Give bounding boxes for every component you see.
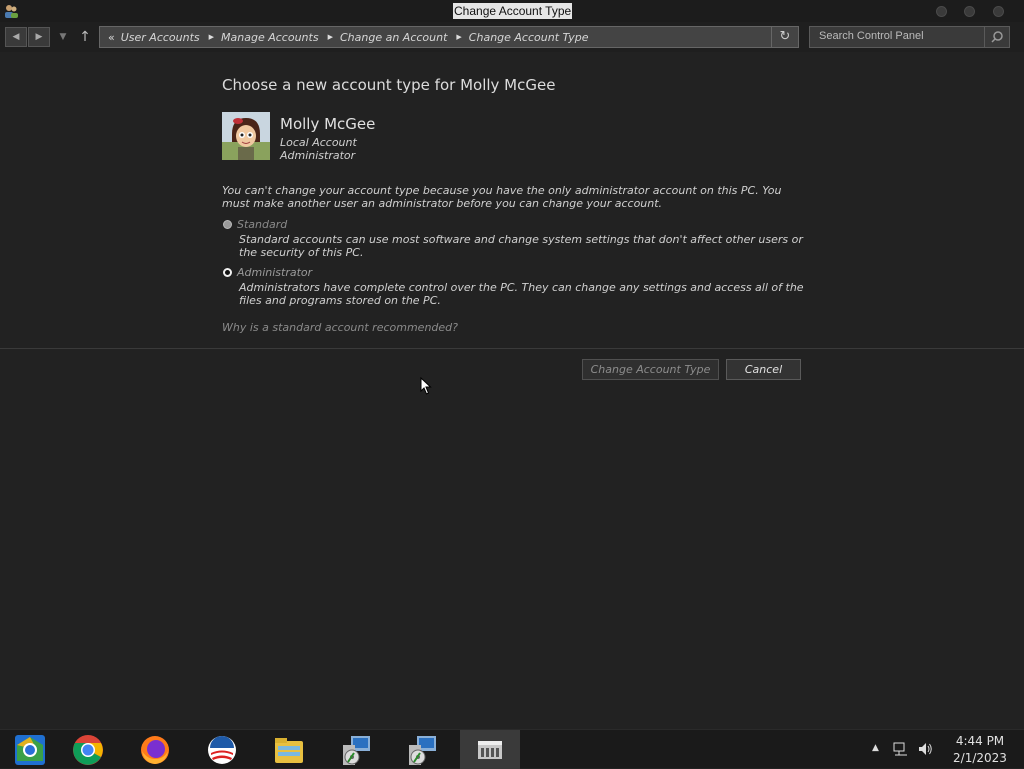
user-avatar-image: [222, 112, 270, 160]
clock-time[interactable]: 4:44 PM: [950, 734, 1010, 748]
title-bar: Change Account Type: [0, 0, 1024, 22]
taskbar-chrome[interactable]: [58, 730, 118, 769]
search-icon: [991, 31, 1003, 43]
main-content: Choose a new account type for Molly McGe…: [0, 52, 1024, 729]
cancel-button[interactable]: Cancel: [726, 359, 801, 380]
forward-arrow-icon: ▶: [35, 32, 43, 42]
breadcrumb-change-an-account[interactable]: Change an Account: [340, 31, 447, 44]
setup-installer-icon: [409, 735, 436, 765]
breadcrumb-separator-icon[interactable]: ▶: [209, 33, 214, 41]
taskbar-setup-installer-1[interactable]: [326, 730, 386, 769]
user-accounts-icon: [5, 5, 18, 18]
chrome-icon: [73, 734, 103, 765]
breadcrumb-separator-icon[interactable]: ▶: [328, 33, 333, 41]
maximize-button[interactable]: [964, 6, 975, 17]
taskbar-firefox[interactable]: [125, 730, 185, 769]
standard-account-help-link[interactable]: Why is a standard account recommended?: [222, 321, 458, 334]
administrator-label[interactable]: Administrator: [237, 266, 312, 279]
change-account-type-button[interactable]: Change Account Type: [582, 359, 719, 380]
taskbar: ▲ 4:44 PM 2/1/2023: [0, 729, 1024, 769]
breadcrumb-manage-accounts[interactable]: Manage Accounts: [221, 31, 319, 44]
standard-description: Standard accounts can use most software …: [239, 233, 803, 259]
setup-installer-icon: [343, 735, 370, 765]
user-name: Molly McGee: [280, 115, 376, 133]
clock-date[interactable]: 2/1/2023: [950, 751, 1010, 765]
network-icon[interactable]: [893, 741, 909, 757]
control-panel-icon: [478, 740, 502, 759]
minimize-button[interactable]: [936, 6, 947, 17]
administrator-radio[interactable]: [223, 268, 232, 277]
account-type: Administrator: [280, 149, 356, 162]
avatar: [222, 112, 270, 160]
chromium-icon: [15, 734, 45, 765]
divider: [0, 348, 1024, 349]
taskbar-obama-logo[interactable]: [192, 730, 252, 769]
forward-button[interactable]: ▶: [28, 27, 50, 47]
refresh-button[interactable]: ↻: [771, 27, 798, 47]
window-title: Change Account Type: [453, 3, 573, 19]
standard-label[interactable]: Standard: [237, 218, 287, 231]
taskbar-chromium[interactable]: [0, 730, 60, 769]
standard-radio[interactable]: [223, 220, 232, 229]
search-box[interactable]: Search Control Panel: [809, 26, 1010, 48]
close-button[interactable]: [993, 6, 1004, 17]
page-title: Choose a new account type for Molly McGe…: [222, 76, 556, 94]
back-button[interactable]: ◀: [5, 27, 27, 47]
volume-icon[interactable]: [917, 741, 933, 757]
search-button[interactable]: [984, 27, 1009, 47]
navigation-bar: ◀ ▶ ▼ ↑ « User Accounts ▶ Manage Account…: [0, 22, 1024, 52]
up-arrow-icon: ↑: [79, 29, 91, 45]
taskbar-control-panel[interactable]: [460, 730, 520, 769]
show-hidden-icons-icon[interactable]: ▲: [872, 743, 879, 753]
breadcrumb-separator-icon[interactable]: ▶: [456, 33, 461, 41]
overflow-chevron-icon[interactable]: «: [108, 31, 115, 44]
firefox-icon: [141, 735, 169, 764]
chevron-down-icon: ▼: [59, 32, 67, 42]
taskbar-file-explorer[interactable]: [259, 730, 319, 769]
refresh-icon: ↻: [779, 29, 791, 44]
obama-logo-icon: [208, 735, 236, 764]
recent-locations-button[interactable]: ▼: [54, 27, 72, 47]
administrator-description: Administrators have complete control ove…: [239, 281, 804, 307]
up-button[interactable]: ↑: [76, 27, 94, 47]
account-kind: Local Account: [280, 136, 357, 149]
mouse-cursor-icon: [420, 377, 432, 395]
address-bar[interactable]: « User Accounts ▶ Manage Accounts ▶ Chan…: [99, 26, 799, 48]
file-explorer-icon: [275, 737, 303, 763]
search-input[interactable]: Search Control Panel: [819, 30, 924, 42]
cannot-change-warning: You can't change your account type becau…: [222, 184, 782, 210]
back-arrow-icon: ◀: [12, 32, 20, 42]
breadcrumb-change-account-type[interactable]: Change Account Type: [469, 31, 589, 44]
taskbar-setup-installer-2[interactable]: [392, 730, 452, 769]
breadcrumb-user-accounts[interactable]: User Accounts: [121, 31, 200, 44]
